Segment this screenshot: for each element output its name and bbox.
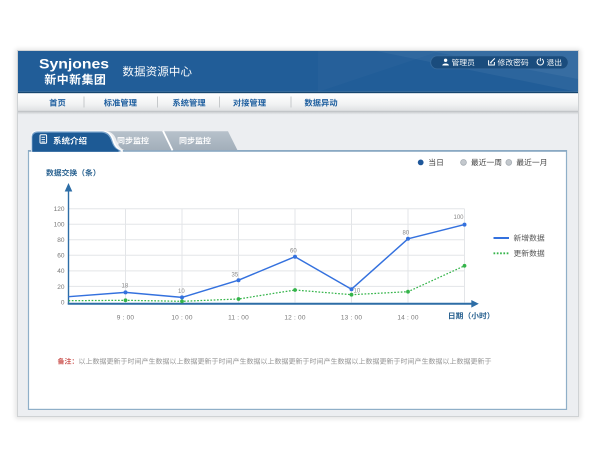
svg-text:35: 35 <box>232 273 239 279</box>
svg-text:20: 20 <box>57 284 65 291</box>
svg-text:60: 60 <box>290 249 297 255</box>
svg-text:13 : 00: 13 : 00 <box>341 315 362 322</box>
svg-text:80: 80 <box>57 237 65 244</box>
svg-text:18: 18 <box>122 284 129 290</box>
svg-text:9 : 00: 9 : 00 <box>117 315 135 322</box>
svg-text:Synjones: Synjones <box>39 57 109 73</box>
svg-text:120: 120 <box>54 206 65 213</box>
svg-text:10: 10 <box>354 289 361 295</box>
svg-text:80: 80 <box>403 231 410 237</box>
svg-text:11 : 00: 11 : 00 <box>228 315 249 322</box>
svg-text:10 : 00: 10 : 00 <box>171 315 192 322</box>
svg-text:0: 0 <box>61 299 65 306</box>
svg-text:60: 60 <box>57 253 65 260</box>
svg-text:10: 10 <box>178 289 185 295</box>
svg-text:100: 100 <box>454 215 465 221</box>
svg-text:40: 40 <box>57 268 65 275</box>
svg-text:12 : 00: 12 : 00 <box>284 315 305 322</box>
svg-text:100: 100 <box>54 222 65 229</box>
svg-text:14 : 00: 14 : 00 <box>397 315 418 322</box>
